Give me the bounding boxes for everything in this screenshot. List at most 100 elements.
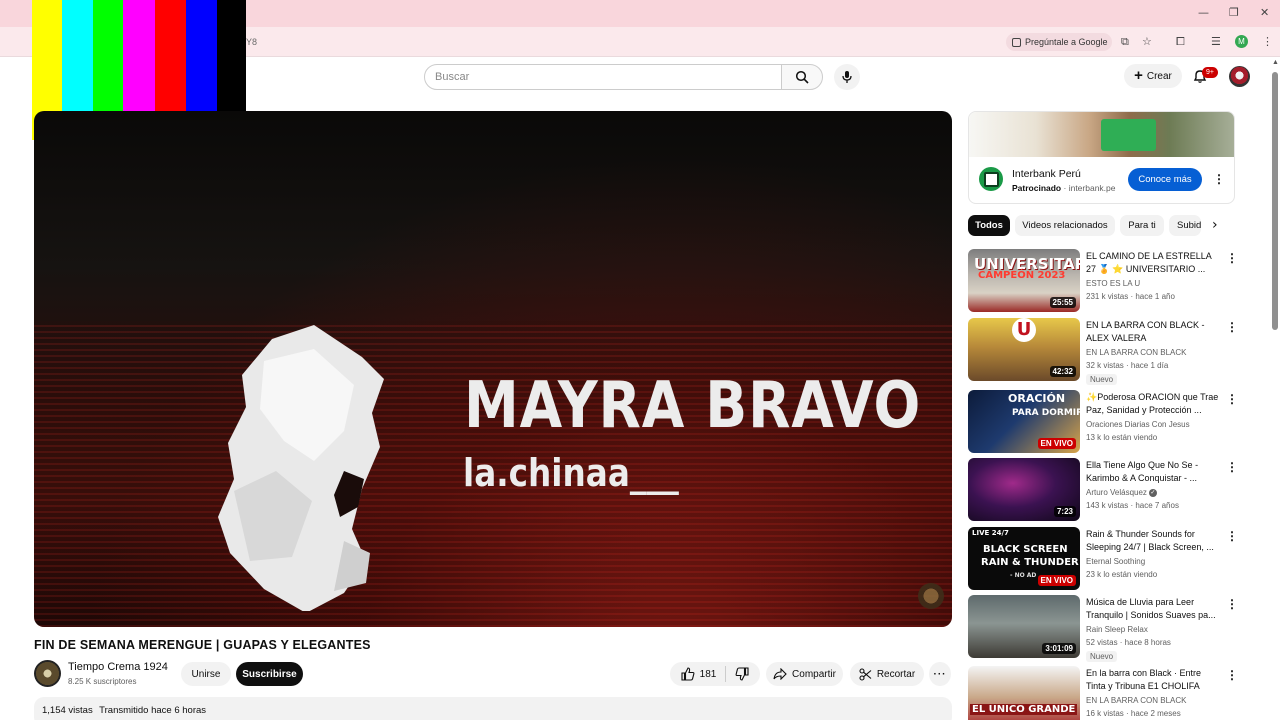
like-count[interactable]: 181 (700, 669, 717, 680)
browser-menu-icon[interactable]: ⋮ (1262, 36, 1273, 47)
scroll-up-icon[interactable]: ▲ (1272, 59, 1279, 66)
share-icon (773, 668, 787, 680)
video-thumbnail[interactable]: 7:23 (968, 458, 1080, 521)
notification-badge: 9+ (1202, 67, 1218, 78)
channel-avatar[interactable] (34, 660, 61, 687)
video-title[interactable]: ✨Poderosa ORACION que Trae Paz, Sanidad … (1086, 391, 1221, 417)
video-title[interactable]: EL CAMINO DE LA ESTRELLA 27 🏅 ⭐ UNIVERSI… (1086, 250, 1221, 276)
chip-todos[interactable]: Todos (968, 215, 1010, 236)
video-thumbnail[interactable]: LIVE 24/7 BLACK SCREEN RAIN & THUNDER - … (968, 527, 1080, 590)
subscribe-button[interactable]: Suscribirse (236, 662, 303, 686)
channel-name-text: Arturo Velásquez (1086, 488, 1147, 497)
profile-avatar[interactable]: M (1235, 35, 1248, 48)
search-icon (795, 70, 809, 84)
thumbnail-note: - NO AD (1010, 572, 1037, 579)
chevron-right-icon[interactable]: › (1212, 217, 1218, 233)
reading-list-icon[interactable]: ☰ (1211, 36, 1221, 47)
extensions-icon[interactable]: ⧠ (1176, 36, 1185, 47)
lens-icon (1012, 37, 1021, 47)
scrollbar-thumb[interactable] (1272, 72, 1278, 330)
video-thumbnail[interactable]: EL UNICO GRANDE (968, 666, 1080, 720)
more-options-icon[interactable]: ⋮ (1226, 392, 1238, 406)
create-button[interactable]: + Crear (1124, 64, 1182, 88)
recommendation-item[interactable]: UNIVERSITARIO CAMPEÓN 2023 25:55 EL CAMI… (968, 249, 1238, 313)
view-count: 1,154 vistas (42, 705, 93, 716)
ask-google-button[interactable]: Pregúntale a Google (1006, 33, 1112, 51)
channel-name[interactable]: Tiempo Crema 1924 (68, 661, 168, 673)
streamed-time: Transmitido hace 6 horas (99, 705, 207, 716)
video-thumbnail[interactable]: 3:01:09 (968, 595, 1080, 658)
ad-menu-icon[interactable]: ⋮ (1213, 172, 1225, 186)
video-player[interactable]: MAYRA BRAVO la.chinaa___ (34, 111, 952, 627)
clip-button[interactable]: Recortar (850, 662, 924, 686)
video-thumbnail[interactable]: U 42:32 (968, 318, 1080, 381)
video-duration: 25:55 (1049, 297, 1076, 308)
video-duration: 7:23 (1053, 506, 1076, 517)
channel-name[interactable]: Oraciones Diarias Con Jesus (1086, 420, 1190, 429)
verified-icon: ✓ (1148, 488, 1157, 497)
thumbnail-subtext: RAIN & THUNDER (981, 557, 1079, 568)
video-meta: 23 k lo están viendo (1086, 570, 1158, 579)
restore-icon[interactable]: ❐ (1229, 6, 1239, 19)
recommendation-item[interactable]: 3:01:09 Música de Lluvia para Leer Tranq… (968, 595, 1238, 662)
more-options-icon[interactable]: ⋮ (1226, 529, 1238, 543)
chip-subido[interactable]: Subido (1169, 215, 1201, 236)
video-title[interactable]: Rain & Thunder Sounds for Sleeping 24/7 … (1086, 528, 1221, 554)
advertiser-name[interactable]: Interbank Perú (1012, 168, 1081, 180)
more-actions-button[interactable]: ··· (929, 662, 951, 686)
search-input[interactable]: Buscar (424, 64, 782, 90)
video-thumbnail[interactable]: UNIVERSITARIO CAMPEÓN 2023 25:55 (968, 249, 1080, 312)
channel-name[interactable]: EN LA BARRA CON BLACK (1086, 348, 1186, 357)
thumbs-up-icon[interactable] (681, 667, 695, 681)
recommendation-item[interactable]: ORACIÓN PARA DORMIR EN VIVO ✨Poderosa OR… (968, 390, 1238, 454)
channel-name[interactable]: Eternal Soothing (1086, 557, 1145, 566)
channel-watermark (918, 583, 944, 609)
video-title[interactable]: En la barra con Black · Entre Tinta y Tr… (1086, 667, 1221, 693)
minimize-icon[interactable]: — (1198, 6, 1209, 19)
share-label: Compartir (792, 668, 836, 680)
view-stats: 1,154 vistas Transmitido hace 6 horas (42, 705, 210, 716)
chip-para-ti[interactable]: Para ti (1120, 215, 1164, 236)
video-title[interactable]: Ella Tiene Algo Que No Se - Karimbo & A … (1086, 459, 1221, 485)
recommendation-item[interactable]: U 42:32 EN LA BARRA CON BLACK - ALEX VAL… (968, 318, 1238, 385)
more-options-icon[interactable]: ⋮ (1226, 460, 1238, 474)
channel-name[interactable]: Rain Sleep Relax (1086, 625, 1148, 634)
account-avatar[interactable] (1229, 66, 1250, 87)
cast-icon[interactable]: ⧉ (1121, 36, 1129, 47)
channel-name[interactable]: Arturo Velásquez ✓ (1086, 488, 1157, 497)
live-badge: EN VIVO (1037, 438, 1076, 449)
clip-label: Recortar (876, 668, 916, 680)
channel-name[interactable]: ESTO ES LA U (1086, 279, 1140, 288)
more-options-icon[interactable]: ⋮ (1226, 668, 1238, 682)
voice-search-button[interactable] (834, 64, 860, 90)
ask-google-label: Pregúntale a Google (1025, 37, 1108, 47)
channel-name[interactable]: EN LA BARRA CON BLACK (1086, 696, 1186, 705)
video-title: FIN DE SEMANA MERENGUE | GUAPAS Y ELEGAN… (34, 638, 371, 652)
url-text[interactable]: Y8 (246, 37, 257, 47)
more-options-icon[interactable]: ⋮ (1226, 251, 1238, 265)
search-button[interactable] (781, 64, 823, 90)
thumbs-down-icon[interactable] (735, 667, 749, 681)
ad-cta-button[interactable]: Conoce más (1128, 168, 1202, 191)
like-dislike-group: 181 (670, 662, 760, 686)
more-options-icon[interactable]: ⋮ (1226, 320, 1238, 334)
video-thumbnail[interactable]: ORACIÓN PARA DORMIR EN VIVO (968, 390, 1080, 453)
share-button[interactable]: Compartir (766, 662, 843, 686)
video-meta: 32 k vistas · hace 1 día (1086, 361, 1169, 370)
bookmark-star-icon[interactable]: ☆ (1142, 36, 1152, 47)
overlay-name-text: MAYRA BRAVO (464, 369, 922, 443)
more-options-icon[interactable]: ⋮ (1226, 597, 1238, 611)
sponsored-ad-card[interactable]: Interbank Perú Patrocinado · interbank.p… (968, 111, 1235, 204)
recommendation-item[interactable]: 7:23 Ella Tiene Algo Que No Se - Karimbo… (968, 458, 1238, 522)
join-button[interactable]: Unirse (181, 662, 231, 686)
video-title[interactable]: EN LA BARRA CON BLACK - ALEX VALERA (1086, 319, 1221, 345)
video-duration: 3:01:09 (1042, 643, 1076, 654)
recommendation-item[interactable]: LIVE 24/7 BLACK SCREEN RAIN & THUNDER - … (968, 527, 1238, 591)
recommendation-item[interactable]: EL UNICO GRANDE En la barra con Black · … (968, 666, 1238, 720)
close-icon[interactable]: ✕ (1260, 6, 1269, 19)
video-duration: 42:32 (1049, 366, 1076, 377)
video-title[interactable]: Música de Lluvia para Leer Tranquilo | S… (1086, 596, 1221, 622)
crumpled-tissue-sticker (218, 325, 384, 611)
thumbnail-tag: LIVE 24/7 (972, 529, 1009, 537)
chip-videos-relacionados[interactable]: Videos relacionados (1015, 215, 1115, 236)
